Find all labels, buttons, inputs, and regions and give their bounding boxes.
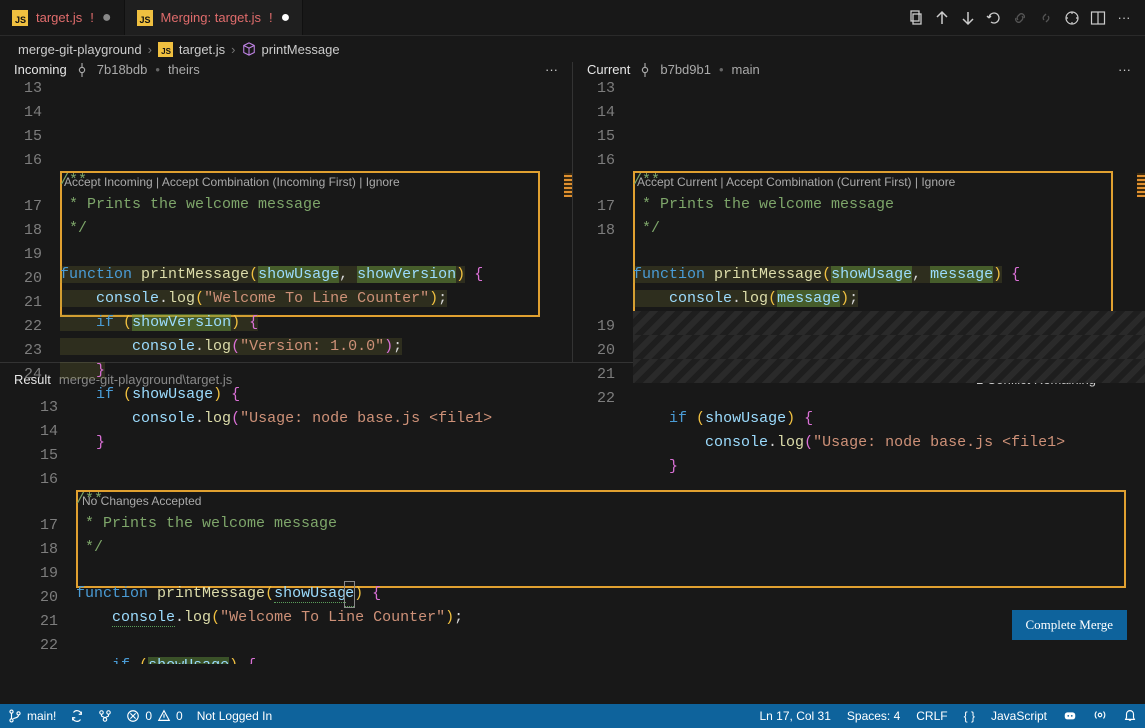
codelens-result: No Changes Accepted	[82, 494, 201, 508]
complete-merge-button[interactable]: Complete Merge	[1012, 610, 1128, 640]
copilot-icon[interactable]	[1063, 708, 1077, 725]
tab-dirty-dot: ●	[281, 10, 291, 26]
tab-modified-mark: !	[90, 10, 94, 25]
chevron-right-icon: ›	[231, 42, 235, 57]
tab-bar: JS target.js ! ● JS Merging: target.js !…	[0, 0, 1145, 36]
incoming-editor[interactable]: 131415161718192021222324 Accept Incoming…	[0, 77, 572, 489]
status-problems[interactable]: 0 0	[126, 709, 182, 723]
commit-hash[interactable]: b7bd9b1	[660, 62, 711, 77]
breadcrumb-symbol[interactable]: printMessage	[262, 42, 340, 57]
branch-name[interactable]: theirs	[168, 62, 200, 77]
files-icon[interactable]	[905, 7, 927, 29]
compass-icon[interactable]	[1061, 7, 1083, 29]
incoming-header: Incoming 7b18bdb • theirs ···	[0, 62, 572, 77]
undo-icon[interactable]	[983, 7, 1005, 29]
status-branch[interactable]: main!	[8, 709, 56, 723]
separator-dot: •	[155, 62, 160, 77]
status-bar: main! 0 0 Not Logged In Ln 17, Col 31 Sp…	[0, 704, 1145, 728]
js-file-icon: JS	[12, 10, 28, 26]
codelens-incoming[interactable]: Accept Incoming | Accept Combination (In…	[64, 175, 400, 189]
arrow-down-icon[interactable]	[957, 7, 979, 29]
incoming-pane: Incoming 7b18bdb • theirs ··· 1314151617…	[0, 62, 573, 362]
more-icon[interactable]: ···	[545, 62, 558, 77]
status-eol[interactable]: CRLF	[916, 709, 947, 723]
commit-hash[interactable]: 7b18bdb	[97, 62, 148, 77]
link-icon[interactable]	[1009, 7, 1031, 29]
merge-panes: Incoming 7b18bdb • theirs ··· 1314151617…	[0, 62, 1145, 362]
unlink-icon[interactable]	[1035, 7, 1057, 29]
pane-title: Current	[587, 62, 630, 77]
status-encoding[interactable]: { }	[964, 709, 975, 723]
branch-name[interactable]: main	[732, 62, 760, 77]
method-icon	[242, 42, 256, 56]
bell-icon[interactable]	[1123, 708, 1137, 725]
editor-actions: ···	[905, 0, 1145, 35]
breadcrumb-file[interactable]: target.js	[179, 42, 225, 57]
arrow-up-icon[interactable]	[931, 7, 953, 29]
current-editor[interactable]: 13141516171819202122 Accept Current | Ac…	[573, 77, 1145, 513]
overview-ruler-marker	[564, 173, 572, 197]
radio-icon[interactable]	[1093, 708, 1107, 725]
current-pane: Current b7bd9b1 • main ··· 1314151617181…	[573, 62, 1145, 362]
overview-ruler-marker	[1137, 173, 1145, 197]
breadcrumb-folder[interactable]: merge-git-playground	[18, 42, 142, 57]
status-remote[interactable]	[98, 709, 112, 723]
status-language[interactable]: JavaScript	[991, 709, 1047, 723]
tab-label: target.js	[36, 10, 82, 25]
current-header: Current b7bd9b1 • main ···	[573, 62, 1145, 77]
tab-merging-target-js[interactable]: JS Merging: target.js ! ●	[125, 0, 304, 35]
js-file-icon: JS	[158, 42, 173, 57]
tab-label: Merging: target.js	[161, 10, 261, 25]
more-icon[interactable]: ···	[1118, 62, 1131, 77]
tab-dirty-dot: ●	[102, 10, 112, 26]
separator-dot: •	[719, 62, 724, 77]
js-file-icon: JS	[137, 10, 153, 26]
status-cursor-pos[interactable]: Ln 17, Col 31	[760, 709, 831, 723]
tab-target-js[interactable]: JS target.js ! ●	[0, 0, 125, 35]
split-editor-icon[interactable]	[1087, 7, 1109, 29]
status-login[interactable]: Not Logged In	[197, 709, 272, 723]
commit-icon	[638, 63, 652, 77]
commit-icon	[75, 63, 89, 77]
codelens-current[interactable]: Accept Current | Accept Combination (Cur…	[637, 175, 955, 189]
status-sync[interactable]	[70, 709, 84, 723]
tab-modified-mark: !	[269, 10, 273, 25]
more-icon[interactable]: ···	[1113, 7, 1135, 29]
status-indent[interactable]: Spaces: 4	[847, 709, 900, 723]
chevron-right-icon: ›	[148, 42, 152, 57]
breadcrumb[interactable]: merge-git-playground › JS target.js › pr…	[0, 36, 1145, 62]
pane-title: Incoming	[14, 62, 67, 77]
